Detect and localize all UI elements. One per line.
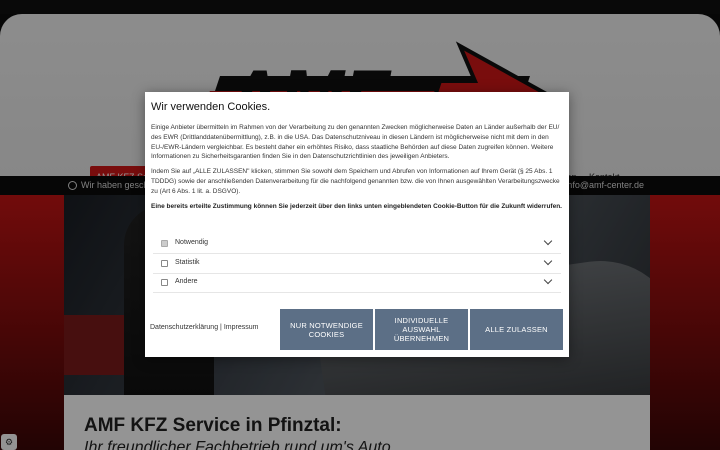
checkbox-icon[interactable] — [161, 260, 168, 267]
individual-selection-button[interactable]: INDIVIDUELLE AUSWAHL ÜBERNEHMEN — [375, 309, 468, 350]
legal-links: Datenschutzerklärung | Impressum — [150, 324, 258, 331]
chevron-down-icon[interactable] — [543, 275, 553, 285]
accept-all-button[interactable]: ALLE ZULASSEN — [470, 309, 563, 350]
chevron-down-icon[interactable] — [543, 236, 553, 246]
necessary-cookies-button[interactable]: NUR NOTWENDIGE COOKIES — [280, 309, 373, 350]
consent-paragraph-1: Einige Anbieter übermitteln im Rahmen vo… — [151, 124, 560, 161]
category-label: Statistik — [175, 259, 200, 266]
dialog-title: Wir verwenden Cookies. — [151, 101, 271, 113]
checkbox-icon[interactable] — [161, 279, 168, 286]
privacy-link[interactable]: Datenschutzerklärung — [150, 324, 218, 331]
chevron-down-icon[interactable] — [543, 256, 553, 266]
category-label: Andere — [175, 278, 198, 285]
link-separator: | — [220, 324, 222, 331]
revoke-note: Eine bereits erteilte Zustimmung können … — [151, 202, 562, 210]
checkbox-icon[interactable] — [161, 240, 168, 247]
dialog-body: Einige Anbieter übermitteln im Rahmen vo… — [151, 123, 563, 216]
cookie-consent-dialog: Wir verwenden Cookies. Einige Anbieter ü… — [145, 92, 569, 357]
category-statistik[interactable]: Statistik — [153, 254, 561, 274]
category-andere[interactable]: Andere — [153, 273, 561, 293]
imprint-link[interactable]: Impressum — [224, 324, 259, 331]
category-notwendig[interactable]: Notwendig — [153, 234, 561, 254]
category-label: Notwendig — [175, 239, 209, 246]
consent-paragraph-2: Indem Sie auf „ALLE ZULASSEN" klicken, s… — [151, 168, 560, 195]
